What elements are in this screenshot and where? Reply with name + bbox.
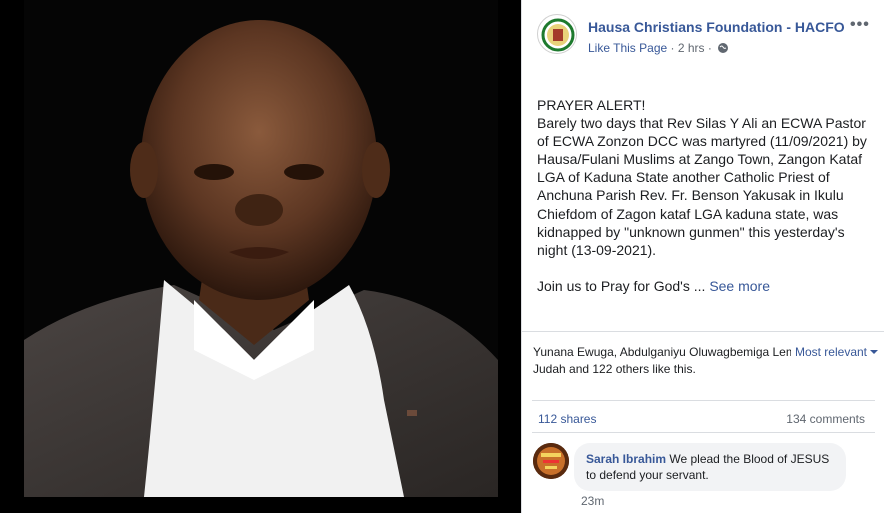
post-meta: Like This Page · 2 hrs · xyxy=(588,41,729,57)
divider xyxy=(532,400,875,401)
post-message-line-2: Barely two days that Rev Silas Y Ali an … xyxy=(537,115,867,258)
post-header: Hausa Christians Foundation - HACFO ••• … xyxy=(537,14,877,60)
page-name-link[interactable]: Hausa Christians Foundation - HACFO xyxy=(588,19,845,35)
meta-separator-2: · xyxy=(707,41,712,55)
comments-count-link[interactable]: 134 comments xyxy=(786,412,865,426)
post-sidebar: Hausa Christians Foundation - HACFO ••• … xyxy=(521,0,884,513)
globe-icon xyxy=(717,42,729,57)
post-message: PRAYER ALERT! Barely two days that Rev S… xyxy=(537,96,877,295)
page-avatar[interactable] xyxy=(537,14,577,54)
post-timestamp[interactable]: 2 hrs xyxy=(678,41,705,55)
reactions-summary[interactable]: Yunana Ewuga, Abdulganiyu Oluwagbemiga L… xyxy=(533,344,878,378)
post-message-line-1: PRAYER ALERT! xyxy=(537,97,646,113)
post-message-tail: Join us to Pray for God's ... See more xyxy=(537,277,877,295)
commenter-avatar[interactable] xyxy=(533,443,569,479)
meta-separator: · xyxy=(670,41,675,55)
post-message-truncated: Join us to Pray for God's ... xyxy=(537,277,710,294)
shares-link[interactable]: 112 shares xyxy=(538,412,596,426)
comment-sort-dropdown[interactable]: Most relevant xyxy=(790,344,878,361)
more-horizontal-icon[interactable]: ••• xyxy=(850,16,870,34)
comment-sort-label: Most relevant xyxy=(794,345,867,359)
like-page-link[interactable]: Like This Page xyxy=(588,41,667,55)
post-photo[interactable] xyxy=(24,0,498,497)
divider xyxy=(532,432,875,433)
divider xyxy=(522,331,884,332)
see-more-link[interactable]: See more xyxy=(709,278,770,294)
comment-timestamp[interactable]: 23m xyxy=(581,494,604,508)
comment-author-link[interactable]: Sarah Ibrahim xyxy=(586,452,666,466)
photo-viewer xyxy=(0,0,521,513)
chevron-down-icon xyxy=(870,350,878,354)
comment-bubble: Sarah Ibrahim We plead the Blood of JESU… xyxy=(574,443,846,491)
engagement-counts: 112 shares 134 comments xyxy=(538,412,865,426)
